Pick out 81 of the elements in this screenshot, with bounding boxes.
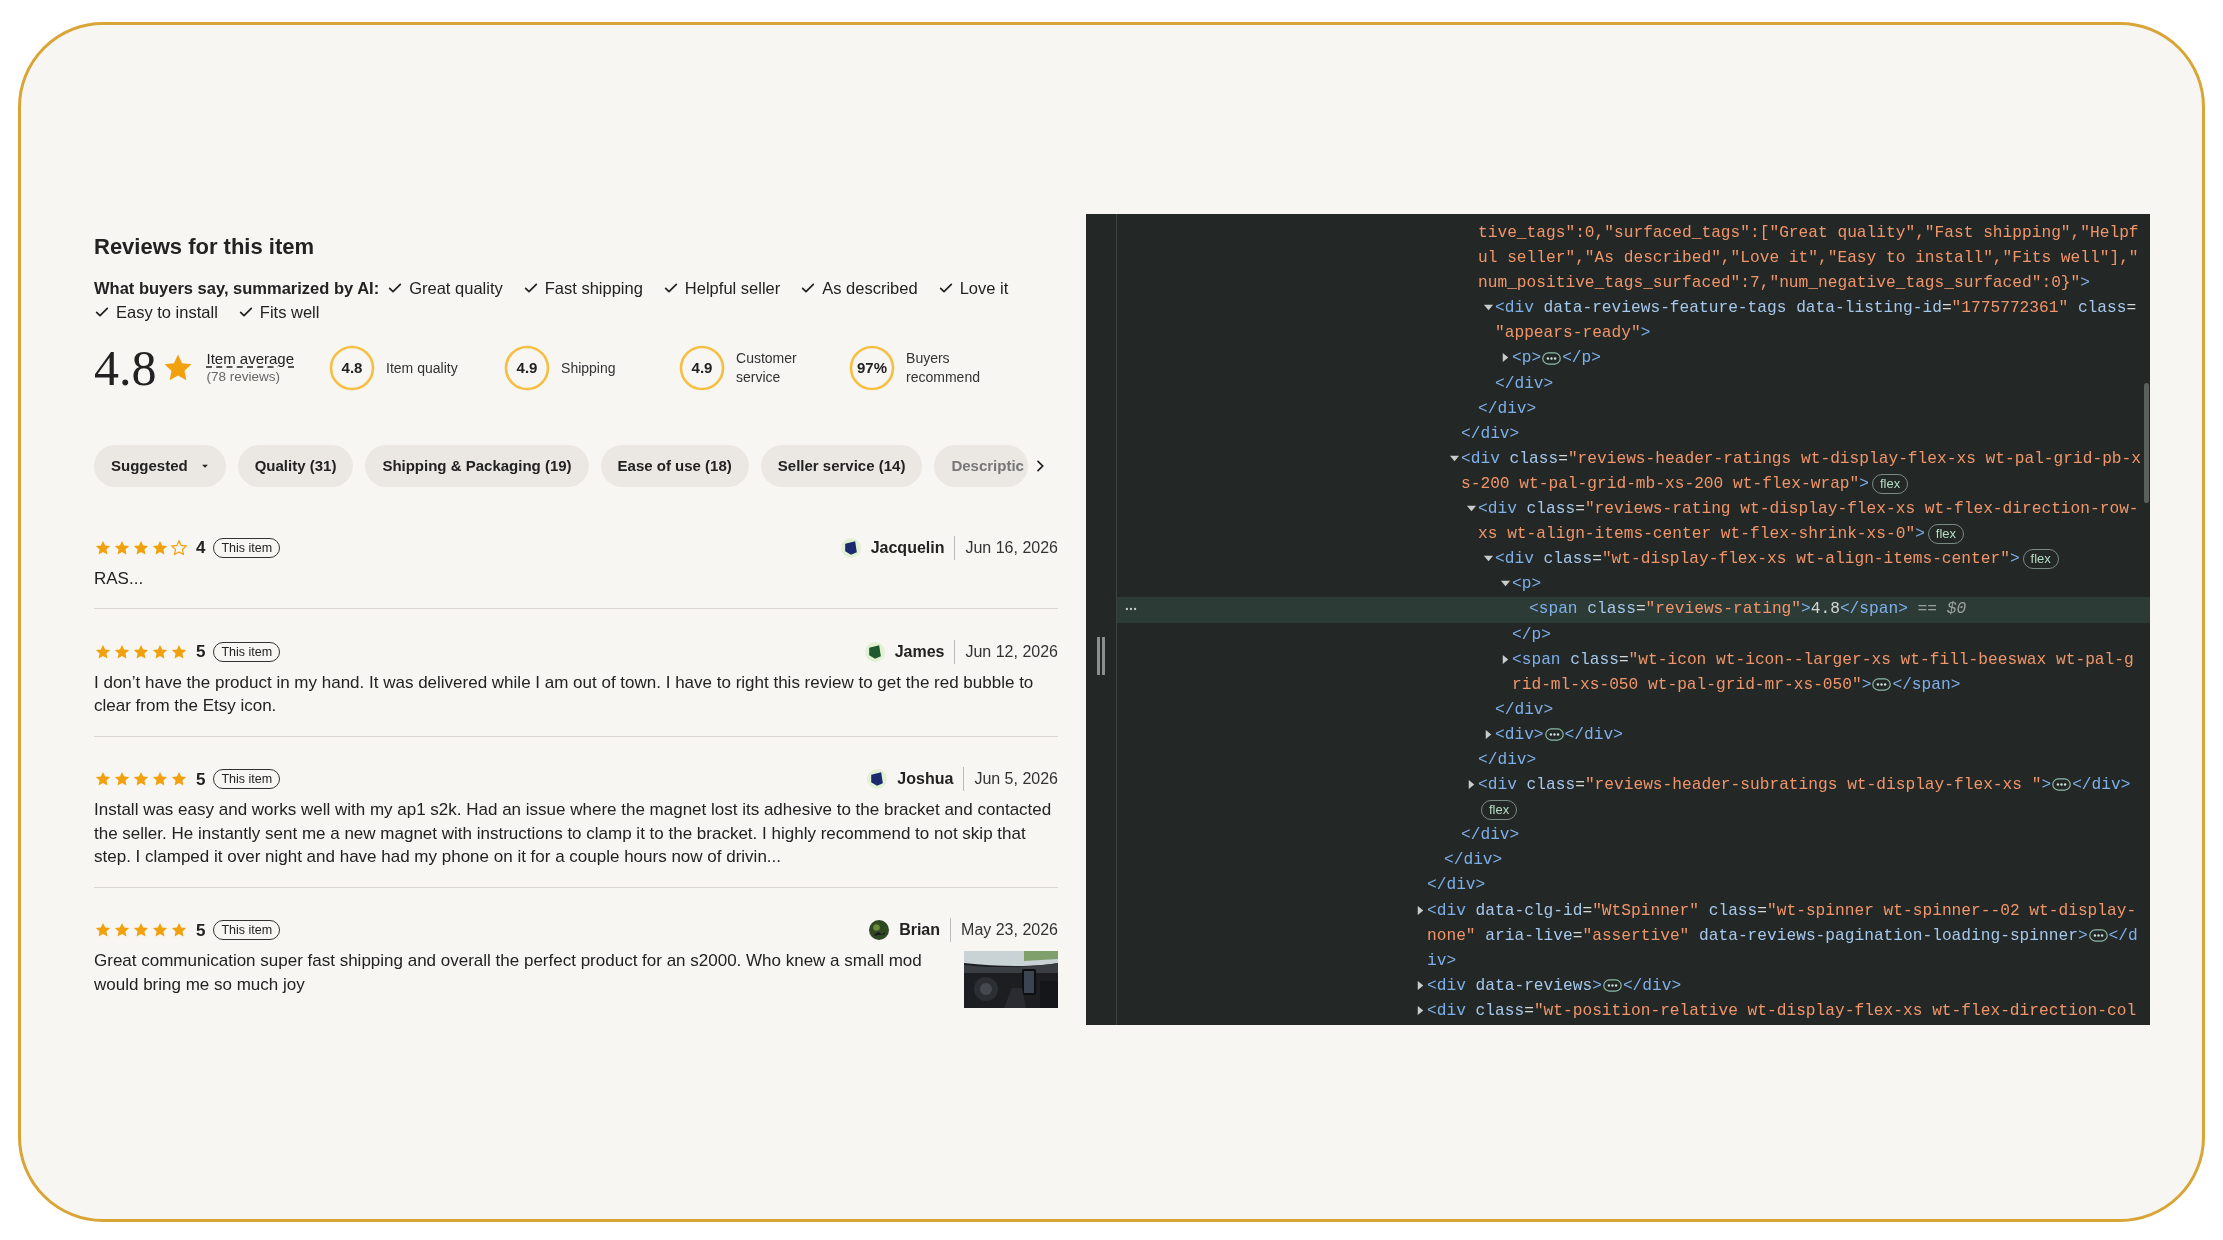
code-line[interactable]: <div class="wt-position-relative wt-display-flex-xs wt-flex-direction-col [1427,998,2143,1024]
reviewer-name[interactable]: Jacquelin [870,535,945,560]
scrollbar-thumb[interactable] [2144,383,2149,503]
review-count: (78 reviews) [206,368,282,386]
code-line[interactable]: </div> [1427,873,2143,899]
code-line[interactable]: <p> [1512,572,2143,598]
code-line[interactable]: <div data-clg-id="WtSpinner" class="wt-spinner wt-spinner--02 wt-display-none" aria-live="assertive" data-reviews-pagination-loading-spinner> </div> [1427,898,2143,974]
code-line[interactable]: <div data-reviews> </div> [1427,973,2143,999]
collapsed-triangle-icon[interactable] [1500,352,1511,364]
reviewer-name[interactable]: James [894,639,945,664]
rating-ring [848,344,897,392]
reviewer-name[interactable]: Joshua [897,767,954,792]
code-line[interactable]: </div> [1495,697,2143,723]
filter-chip[interactable]: Seller service (14) [760,445,923,487]
collapsed-triangle-icon[interactable] [1500,653,1511,665]
reviewer-name[interactable]: Brian [899,918,941,943]
summary-tag: Easy to install [116,302,218,322]
avatar-icon [840,537,861,558]
summary-tag: Love it [959,278,1009,298]
code-line[interactable]: <div class="wt-display-flex-xs wt-align-items-center"> flex [1495,547,2143,573]
code-line[interactable]: </div> [1461,823,2143,849]
rating-ring [503,344,552,392]
collapsed-triangle-icon[interactable] [1483,728,1494,740]
code-line[interactable]: <div data-reviews-feature-tags data-listing-id="1775772361" class= "appears-ready"> [1495,296,2143,347]
subrating-label: Customer service [736,349,798,387]
code-line[interactable]: </div> [1495,371,2143,397]
section-title: Reviews for this item [94,233,316,261]
review-text: Great communication super fast shipping and overall the perfect product for an s2000. Who knew a small mod would bring me so much joy [94,950,923,996]
code-line[interactable]: <p> </p> [1512,346,2143,372]
code-line[interactable]: <div class="reviews-header-subratings wt-display-flex-xs "> </div> flex [1478,773,2143,824]
code-line[interactable]: <div class="reviews-header-ratings wt-display-flex-xs wt-pal-grid-pb-xs-200 wt-pal-grid-mb-xs-200 wt-flex-wrap"> flex [1461,446,2143,498]
code-line[interactable]: tive_tags":0,"surfaced_tags":["Great quality","Fast shipping","Helpful seller","As described","Love it","Easy to install","Fits well"],"num_positive_tags_surfaced":7,"num_negative_tags_surfaced":0}"> [1478,221,2143,297]
rating-score: 5 [196,919,206,942]
review-text: RAS... [94,567,144,590]
rating-score: 5 [196,768,206,791]
average-rating: 4.8 [94,340,157,396]
collapsed-triangle-icon[interactable] [1466,779,1477,791]
code-line[interactable]: </div> [1478,747,2143,774]
avatar-icon [869,920,890,941]
code-line[interactable]: </div> [1461,421,2143,447]
subrating-value: 4.9 [691,359,713,377]
review-date: Jun 12, 2026 [954,639,1058,664]
filter-chip[interactable]: Ease of use (18) [600,445,749,487]
code-line[interactable]: </div> [1478,396,2143,422]
subrating-value: 4.9 [516,359,538,377]
avatar-icon [867,769,888,790]
review-text: I don’t have the product in my hand. It was delivered while I am out of town. I have to right this review to get the red bubble to clear from the Etsy icon. [94,671,1035,717]
rating-ring [678,344,727,392]
subrating-label: Item quality [386,358,459,378]
avatar-icon [864,641,885,662]
rating-ring [328,344,377,392]
review-date: May 23, 2026 [950,918,1058,943]
filter-chip[interactable]: Quality (31) [237,445,354,487]
collapsed-triangle-icon[interactable] [1415,979,1426,991]
collapsed-triangle-icon[interactable] [1415,1004,1426,1016]
subrating-value: 97% [857,359,888,377]
subrating-value: 4.8 [341,359,363,377]
rating-score: 5 [196,641,206,663]
summary-tag: Fits well [259,302,320,322]
subrating-label: Buyers recommend [906,349,981,387]
review-text: Install was easy and works well with my ap1 s2k. Had an issue where the magnet lost its adhesive to the bracket and contacted the seller. He instantly sent me a new magnet with instructions to clamp it to the bracket. I highly recommend to not skip that step. I clamped it over night and have had my phone on it for a couple hours now of drivin... [94,799,1053,868]
summary-label: What buyers say, summarized by AI: [94,278,380,298]
collapsed-triangle-icon[interactable] [1415,904,1426,916]
subrating-label: Shipping [561,358,617,378]
filter-chip[interactable]: Shipping & Packaging (19) [365,445,589,487]
summary-tag: Fast shipping [544,278,643,298]
summary-tag: Helpful seller [684,278,781,298]
review-date: Jun 5, 2026 [963,767,1058,792]
resize-handle-icon[interactable] [1095,637,1107,675]
summary-tag: Great quality [409,278,503,298]
star-icon [170,538,188,557]
review-date: Jun 16, 2026 [954,535,1058,560]
code-line[interactable]: <span class="wt-icon wt-icon--larger-xs wt-fill-beeswax wt-pal-grid-ml-xs-050 wt-pal-grid-mr-xs-050"> </span> [1512,647,2143,698]
code-line[interactable]: </div> [1444,848,2143,874]
filter-chip[interactable]: Suggested [94,445,226,487]
code-line[interactable]: </p> [1512,622,2143,648]
item-average-link[interactable]: Item average [206,350,295,368]
rating-score: 4 [196,537,206,559]
filter-chip[interactable]: Descriptic [934,445,1028,487]
summary-tag: As described [822,278,918,298]
code-line[interactable]: <div> </div> [1495,722,2143,748]
